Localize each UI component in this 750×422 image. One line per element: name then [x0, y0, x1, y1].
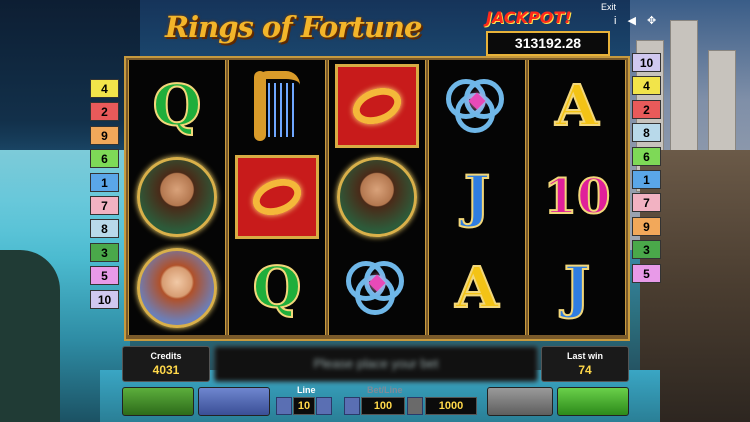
- reel-cell: [332, 244, 422, 332]
- jackpot-label: JACKPOT!: [486, 8, 572, 27]
- bet-per-line-label: Bet/Line: [367, 385, 403, 395]
- symbol-j: J: [563, 255, 591, 321]
- bet-per-line-value: 100: [361, 397, 405, 415]
- symbol-celtic-knot: [446, 75, 508, 137]
- symbol-q: Q: [152, 73, 203, 139]
- top-icons: i ◀ ✥: [614, 14, 664, 27]
- info-icon[interactable]: i: [614, 15, 616, 27]
- left-line-2: 2: [90, 102, 119, 122]
- reel-cell: [332, 153, 422, 241]
- left-line-5: 5: [90, 266, 119, 286]
- symbol-prince: [337, 157, 417, 237]
- left-line-7: 7: [90, 195, 119, 215]
- reel-cell: A: [532, 62, 622, 150]
- right-line-2: 2: [632, 99, 661, 119]
- symbol-a: A: [554, 73, 599, 139]
- bet-increase-button[interactable]: [407, 397, 423, 415]
- right-line-1: 1: [632, 169, 661, 189]
- symbol-princess: [137, 248, 217, 328]
- symbol-q: Q: [252, 255, 303, 321]
- reel-cell: [432, 62, 522, 150]
- right-line-5: 5: [632, 263, 661, 283]
- reel-1: Q: [128, 60, 226, 335]
- spin-button[interactable]: [557, 387, 629, 416]
- symbol-harp: [254, 71, 300, 141]
- reel-cell: J: [532, 244, 622, 332]
- bet-decrease-button[interactable]: [344, 397, 360, 415]
- reel-cell: J: [432, 153, 522, 241]
- symbol-ring: [335, 64, 419, 148]
- exit-button[interactable]: Exit: [601, 2, 616, 12]
- reel-cell: [332, 62, 422, 150]
- left-line-3: 3: [90, 242, 119, 262]
- right-line-8: 8: [632, 123, 661, 143]
- reel-cell: Q: [132, 62, 222, 150]
- fullscreen-icon[interactable]: ✥: [647, 15, 656, 27]
- reel-5: A 10 J: [528, 60, 626, 335]
- symbol-ten: 10: [543, 169, 612, 225]
- left-line-9: 9: [90, 125, 119, 145]
- right-line-9: 9: [632, 216, 661, 236]
- line-decrease-button[interactable]: [276, 397, 292, 415]
- symbol-ring: [235, 155, 319, 239]
- left-line-10: 10: [90, 289, 119, 309]
- ring-icon: [347, 81, 407, 131]
- right-line-7: 7: [632, 193, 661, 213]
- credits-panel: Credits 4031: [122, 346, 210, 382]
- symbol-j: J: [463, 164, 491, 230]
- right-line-3: 3: [632, 240, 661, 260]
- left-line-1: 1: [90, 172, 119, 192]
- reel-4: JA: [428, 60, 526, 335]
- total-bet-value: 1000: [425, 397, 477, 415]
- lines-value: 10: [293, 397, 315, 415]
- last-win-panel: Last win 74: [541, 346, 629, 382]
- line-label: Line: [297, 385, 316, 395]
- reel-cell: A: [432, 244, 522, 332]
- last-win-value: 74: [578, 363, 592, 377]
- reel-cell: Q: [232, 244, 322, 332]
- game-logo: Rings of Fortune: [165, 10, 422, 44]
- last-win-label: Last win: [566, 351, 603, 361]
- ring-icon: [247, 172, 307, 222]
- reel-cell: [232, 153, 322, 241]
- reel-cell: [132, 153, 222, 241]
- jackpot-value: 313192.28: [486, 31, 610, 56]
- rock: [0, 250, 60, 422]
- reel-cell: 10: [532, 153, 622, 241]
- right-line-4: 4: [632, 76, 661, 96]
- left-line-6: 6: [90, 149, 119, 169]
- paytable-button[interactable]: [198, 387, 270, 416]
- left-line-4: 4: [90, 79, 119, 98]
- credits-value: 4031: [152, 363, 180, 377]
- autoplay-button[interactable]: [122, 387, 194, 416]
- reel-cell: [132, 244, 222, 332]
- sound-icon[interactable]: ◀: [628, 15, 636, 27]
- payline-indicators-left: 4 2 9 6 1 7 8 3 5 10: [90, 79, 119, 313]
- right-line-6: 6: [632, 146, 661, 166]
- gamble-button[interactable]: [487, 387, 553, 416]
- payline-indicators-right: 10 4 2 8 6 1 7 9 3 5: [632, 53, 661, 287]
- line-increase-button[interactable]: [316, 397, 332, 415]
- reel-cell: [232, 62, 322, 150]
- status-message: Please place your bet: [214, 346, 538, 382]
- right-line-10: 10: [632, 53, 661, 72]
- symbol-a: A: [454, 255, 499, 321]
- reel-2: Q: [228, 60, 326, 335]
- symbol-prince: [137, 157, 217, 237]
- reel-3: [328, 60, 426, 335]
- reels-frame: Q Q J A A 10 J: [124, 56, 630, 341]
- symbol-celtic-knot: [346, 257, 408, 319]
- left-line-8: 8: [90, 219, 119, 239]
- credits-label: Credits: [150, 351, 182, 361]
